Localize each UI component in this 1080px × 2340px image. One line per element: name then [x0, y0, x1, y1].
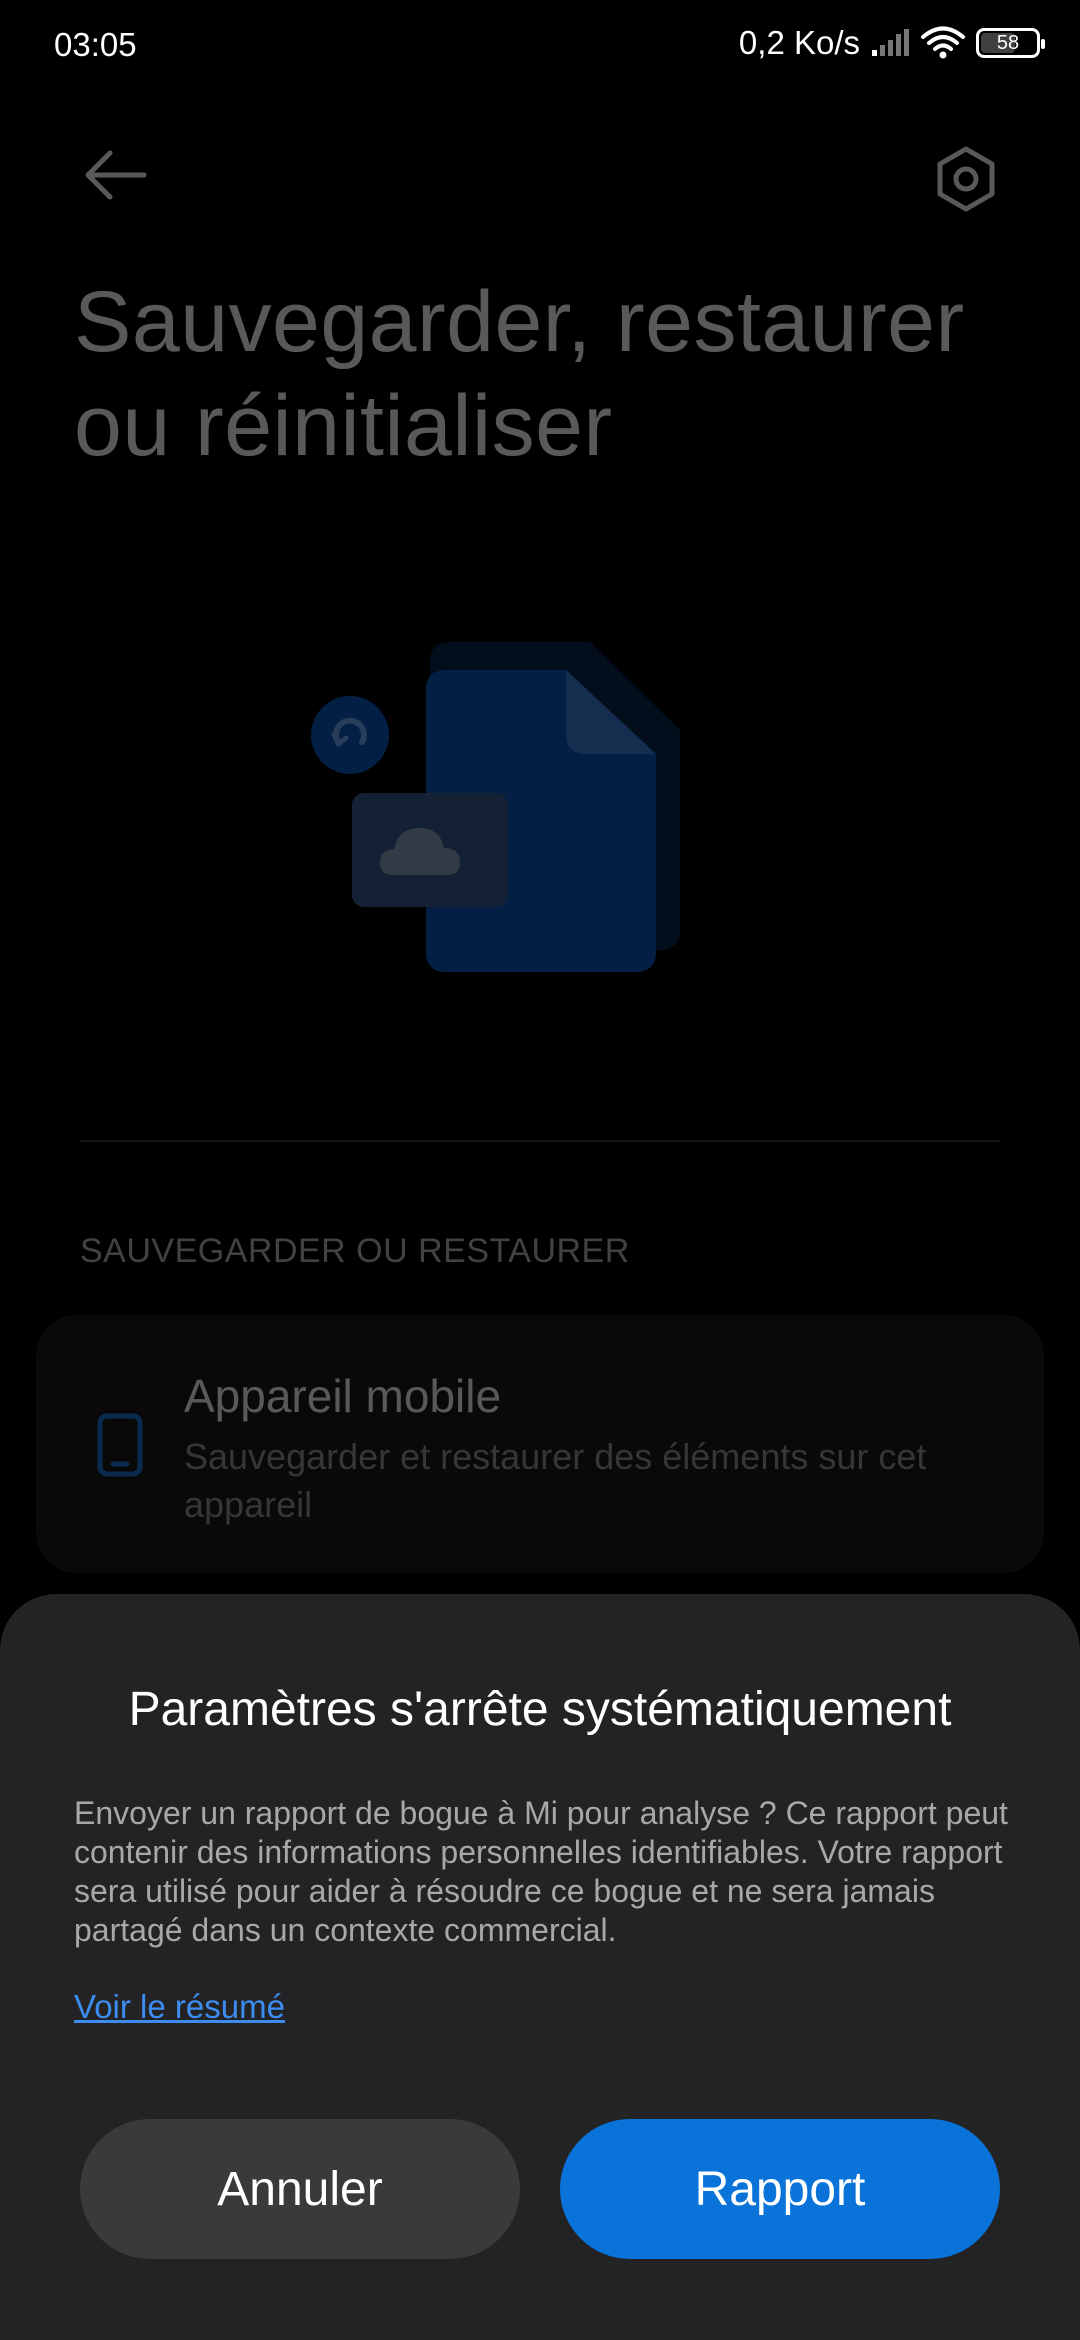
- battery-icon: 58: [976, 28, 1045, 58]
- section-header: SAUVEGARDER OU RESTAURER: [80, 1232, 630, 1270]
- battery-level: 58: [996, 31, 1020, 54]
- list-item-mobile-device[interactable]: Appareil mobile Sauvegarder et restaurer…: [36, 1315, 1044, 1573]
- report-button[interactable]: Rapport: [560, 2119, 1000, 2259]
- screen: 03:05 0,2 Ko/s 58 Sauvegarder, restaurer…: [0, 0, 1080, 2340]
- view-summary-link[interactable]: Voir le résumé: [74, 1988, 285, 2026]
- cancel-button[interactable]: Annuler: [80, 2119, 520, 2259]
- crash-dialog: Paramètres s'arrête systématiquement Env…: [0, 1594, 1080, 2340]
- wifi-icon: [920, 26, 966, 60]
- arrow-left-icon[interactable]: [80, 145, 150, 205]
- backup-illustration: [300, 630, 720, 990]
- divider: [80, 1140, 1000, 1142]
- list-item-subtitle: Sauvegarder et restaurer des éléments su…: [184, 1436, 927, 1525]
- signal-icon: [870, 28, 910, 58]
- settings-icon[interactable]: [932, 145, 1000, 213]
- dialog-message: Envoyer un rapport de bogue à Mi pour an…: [74, 1795, 1008, 1948]
- network-speed: 0,2 Ko/s: [738, 24, 860, 61]
- status-bar: 03:05 0,2 Ko/s 58: [0, 0, 1080, 90]
- status-icons: 0,2 Ko/s 58: [738, 24, 1045, 62]
- page-title: Sauvegarder, restaurer ou réinitialiser: [74, 274, 965, 474]
- status-time: 03:05: [54, 26, 137, 63]
- list-item-title: Appareil mobile: [184, 1370, 502, 1422]
- phone-icon: [96, 1413, 144, 1477]
- dialog-title: Paramètres s'arrête systématiquement: [128, 1683, 952, 1736]
